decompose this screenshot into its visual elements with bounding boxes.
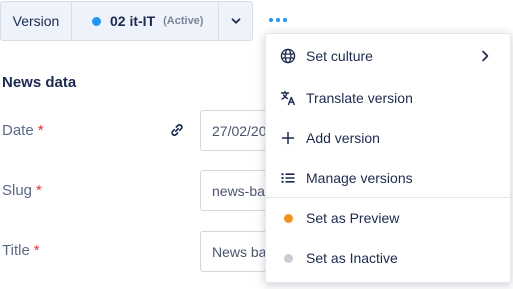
title-label-text: Title bbox=[2, 242, 30, 259]
version-actions-menu: Set culture Translate version Add versio… bbox=[265, 33, 511, 283]
plus-icon bbox=[281, 131, 295, 145]
link-icon[interactable] bbox=[169, 122, 185, 138]
preview-status-dot-icon bbox=[283, 213, 293, 223]
active-status-dot bbox=[92, 16, 101, 26]
chevron-right-icon bbox=[482, 50, 489, 62]
menu-item-label: Translate version bbox=[306, 90, 413, 106]
more-actions-button[interactable] bbox=[266, 12, 290, 28]
menu-item-label: Manage versions bbox=[306, 170, 413, 186]
chevron-down-icon bbox=[231, 18, 240, 24]
title-label: Title * bbox=[2, 242, 40, 259]
version-label: Version bbox=[1, 2, 72, 40]
required-mark: * bbox=[36, 182, 42, 199]
menu-item-manage-versions[interactable]: Manage versions bbox=[266, 158, 510, 198]
menu-item-label: Set as Inactive bbox=[306, 250, 398, 266]
version-selector: Version 02 it-IT (Active) bbox=[0, 1, 253, 41]
date-label: Date * bbox=[2, 122, 44, 139]
menu-item-label: Set culture bbox=[306, 48, 373, 64]
version-select[interactable]: 02 it-IT (Active) bbox=[72, 2, 219, 40]
translate-icon bbox=[280, 90, 295, 106]
version-status: (Active) bbox=[163, 15, 204, 27]
more-horizontal-icon bbox=[269, 18, 273, 22]
menu-item-label: Add version bbox=[306, 130, 380, 146]
menu-item-set-as-preview[interactable]: Set as Preview bbox=[266, 198, 510, 238]
required-mark: * bbox=[37, 122, 44, 139]
required-mark: * bbox=[33, 242, 40, 259]
menu-item-label: Set as Preview bbox=[306, 210, 400, 226]
menu-item-set-as-inactive[interactable]: Set as Inactive bbox=[266, 238, 510, 278]
menu-item-add-version[interactable]: Add version bbox=[266, 118, 510, 158]
version-name: 02 it-IT bbox=[110, 13, 156, 29]
slug-label: Slug * bbox=[2, 182, 42, 199]
date-label-text: Date bbox=[2, 122, 34, 139]
menu-item-translate-version[interactable]: Translate version bbox=[266, 78, 510, 118]
section-title: News data bbox=[2, 74, 77, 91]
globe-icon bbox=[280, 48, 296, 64]
version-dropdown-toggle[interactable] bbox=[219, 2, 252, 40]
menu-item-set-culture[interactable]: Set culture bbox=[266, 36, 510, 76]
inactive-status-dot-icon bbox=[283, 253, 293, 263]
slug-label-text: Slug bbox=[2, 182, 33, 199]
list-icon bbox=[281, 173, 295, 183]
